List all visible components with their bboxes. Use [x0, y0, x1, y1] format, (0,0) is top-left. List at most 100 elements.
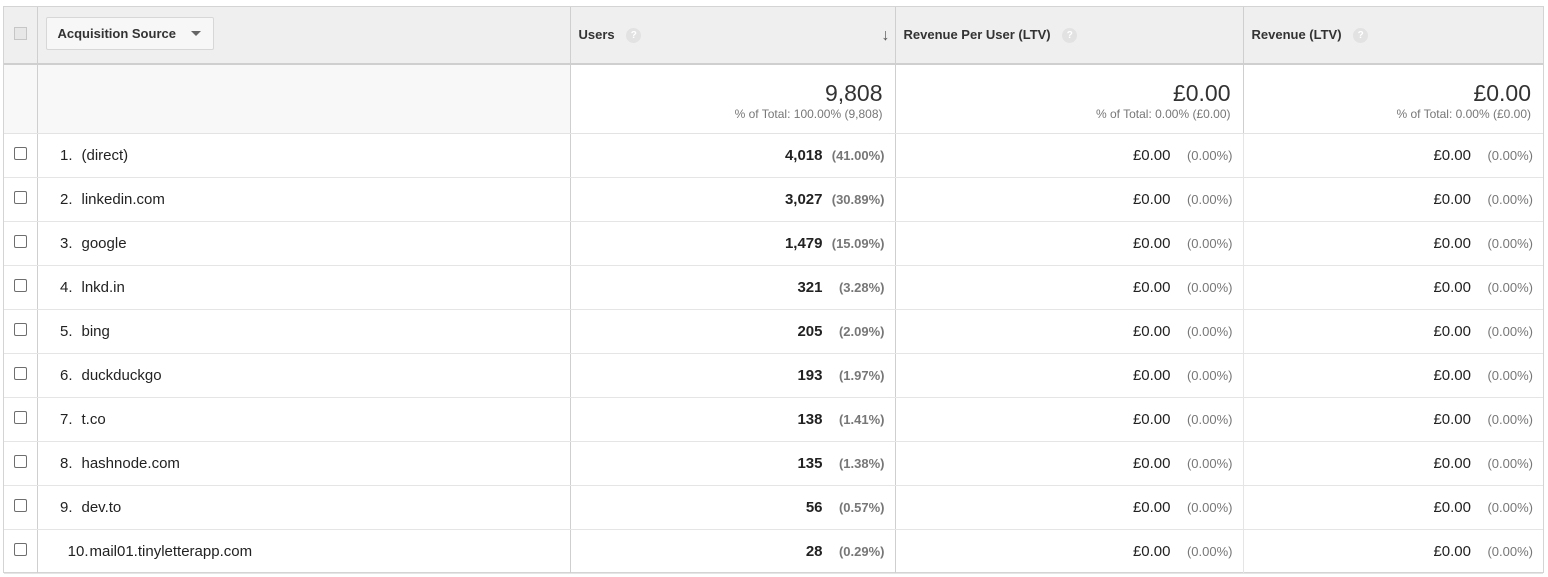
- help-circle-icon[interactable]: ?: [626, 28, 642, 44]
- users-cell: 1,479 (15.09%): [570, 221, 896, 266]
- source-link[interactable]: lnkd.in: [82, 279, 125, 296]
- table-row: 7. t.co 138 (1.41%) £0.00 (0.00%) £0.00 (0.0…: [4, 397, 1543, 442]
- row-checkbox-cell: [4, 529, 38, 574]
- rpu-value: £0.00: [1132, 542, 1171, 560]
- help-circle-icon[interactable]: ?: [1353, 28, 1369, 44]
- row-checkbox[interactable]: [13, 278, 27, 292]
- rpu-value: £0.00: [1132, 146, 1171, 164]
- rpu-header-label: Revenue Per User (LTV): [903, 26, 1051, 42]
- revenue-total-value: £0.00: [1473, 80, 1531, 107]
- revenue-header-label: Revenue (LTV): [1251, 26, 1342, 42]
- users-value: 56: [805, 498, 823, 516]
- row-checkbox[interactable]: [13, 410, 27, 424]
- rpu-value: £0.00: [1132, 366, 1171, 384]
- table-row: 10.mail01.tinyletterapp.com 28 (0.29%) £0…: [4, 529, 1543, 574]
- row-checkbox[interactable]: [13, 322, 27, 336]
- acquisition-report-table: Acquisition Source Users ? ↓ Revenue Per…: [4, 7, 1543, 574]
- rpu-cell: £0.00 (0.00%): [895, 485, 1244, 530]
- users-column-header[interactable]: Users ? ↓: [570, 7, 896, 65]
- users-cell: 3,027 (30.89%): [570, 177, 896, 222]
- rpu-value: £0.00: [1132, 322, 1171, 340]
- rpu-cell: £0.00 (0.00%): [895, 133, 1244, 178]
- table-row: 1. (direct) 4,018 (41.00%) £0.00 (0.00%) £0…: [4, 133, 1543, 178]
- row-index: 1.: [59, 146, 73, 164]
- rpu-value: £0.00: [1132, 410, 1171, 428]
- users-cell: 28 (0.29%): [570, 529, 896, 574]
- row-checkbox-cell: [4, 353, 38, 398]
- row-checkbox-cell: [4, 485, 38, 530]
- row-checkbox[interactable]: [13, 498, 27, 512]
- source-link[interactable]: duckduckgo: [82, 367, 162, 384]
- users-cell: 56 (0.57%): [570, 485, 896, 530]
- dimension-selector[interactable]: Acquisition Source: [45, 17, 214, 50]
- rpu-value: £0.00: [1132, 190, 1171, 208]
- source-cell: 3. google: [37, 221, 571, 266]
- revenue-column-header[interactable]: Revenue (LTV) ?: [1243, 7, 1543, 65]
- revenue-value: £0.00: [1433, 366, 1471, 384]
- revenue-value: £0.00: [1433, 410, 1471, 428]
- rpu-percent: (0.00%): [1186, 191, 1233, 207]
- rpu-percent: (0.00%): [1186, 455, 1233, 471]
- rpu-total-value: £0.00: [1172, 80, 1231, 107]
- rpu-cell: £0.00 (0.00%): [895, 309, 1244, 354]
- source-cell: 4. lnkd.in: [37, 265, 571, 310]
- users-header-label: Users: [578, 26, 615, 42]
- revenue-cell: £0.00 (0.00%): [1243, 529, 1543, 574]
- arrow-down-icon[interactable]: ↓: [882, 27, 890, 45]
- revenue-value: £0.00: [1433, 234, 1471, 252]
- users-percent: (30.89%): [831, 191, 885, 207]
- users-total-subtext: % of Total: 100.00% (9,808): [734, 107, 883, 122]
- row-checkbox[interactable]: [13, 454, 27, 468]
- row-index: 10.: [67, 542, 89, 560]
- table-row: 2. linkedin.com 3,027 (30.89%) £0.00 (0.00%…: [4, 177, 1543, 222]
- users-cell: 193 (1.97%): [570, 353, 896, 398]
- rpu-percent: (0.00%): [1186, 411, 1233, 427]
- row-checkbox[interactable]: [13, 146, 27, 160]
- row-checkbox[interactable]: [13, 366, 27, 380]
- table-row: 9. dev.to 56 (0.57%) £0.00 (0.00%) £0.00 (0.…: [4, 485, 1543, 530]
- users-value: 205: [797, 322, 823, 340]
- rpu-percent: (0.00%): [1186, 367, 1233, 383]
- source-cell: 1. (direct): [37, 133, 571, 178]
- table-row: 5. bing 205 (2.09%) £0.00 (0.00%) £0.00 (0.0…: [4, 309, 1543, 354]
- dimension-header: Acquisition Source: [37, 7, 571, 65]
- select-all-cell: [4, 7, 38, 65]
- users-cell: 135 (1.38%): [570, 441, 896, 486]
- users-percent: (2.09%): [838, 323, 885, 339]
- source-link[interactable]: dev.to: [82, 499, 122, 516]
- users-percent: (1.38%): [838, 455, 885, 471]
- source-link[interactable]: google: [82, 235, 127, 252]
- totals-row: 9,808 % of Total: 100.00% (9,808) £0.00 …: [4, 64, 1543, 134]
- users-value: 1,479: [784, 234, 823, 252]
- revenue-cell: £0.00 (0.00%): [1243, 177, 1543, 222]
- source-link[interactable]: (direct): [82, 147, 129, 164]
- users-total-cell: 9,808 % of Total: 100.00% (9,808): [570, 64, 896, 134]
- source-link[interactable]: bing: [82, 323, 110, 340]
- source-link[interactable]: linkedin.com: [82, 191, 165, 208]
- rpu-column-header[interactable]: Revenue Per User (LTV) ?: [895, 7, 1244, 65]
- rpu-value: £0.00: [1132, 234, 1171, 252]
- revenue-percent: (0.00%): [1487, 279, 1533, 295]
- revenue-cell: £0.00 (0.00%): [1243, 485, 1543, 530]
- totals-empty-cell: [4, 64, 38, 134]
- users-percent: (15.09%): [831, 235, 885, 251]
- row-checkbox-cell: [4, 221, 38, 266]
- report-table-container: Acquisition Source Users ? ↓ Revenue Per…: [3, 6, 1544, 574]
- rpu-cell: £0.00 (0.00%): [895, 353, 1244, 398]
- source-link[interactable]: t.co: [82, 411, 106, 428]
- row-checkbox-cell: [4, 265, 38, 310]
- rpu-value: £0.00: [1132, 278, 1171, 296]
- help-circle-icon[interactable]: ?: [1062, 28, 1078, 44]
- rpu-cell: £0.00 (0.00%): [895, 529, 1244, 574]
- row-checkbox[interactable]: [13, 190, 27, 204]
- source-link[interactable]: hashnode.com: [82, 455, 180, 472]
- rpu-percent: (0.00%): [1186, 499, 1233, 515]
- source-link[interactable]: mail01.tinyletterapp.com: [90, 543, 253, 560]
- select-all-checkbox[interactable]: [13, 27, 27, 40]
- row-checkbox[interactable]: [13, 542, 27, 556]
- revenue-cell: £0.00 (0.00%): [1243, 265, 1543, 310]
- row-checkbox[interactable]: [13, 234, 27, 248]
- revenue-value: £0.00: [1433, 146, 1471, 164]
- users-value: 4,018: [784, 146, 823, 164]
- caret-down-icon: [190, 31, 201, 36]
